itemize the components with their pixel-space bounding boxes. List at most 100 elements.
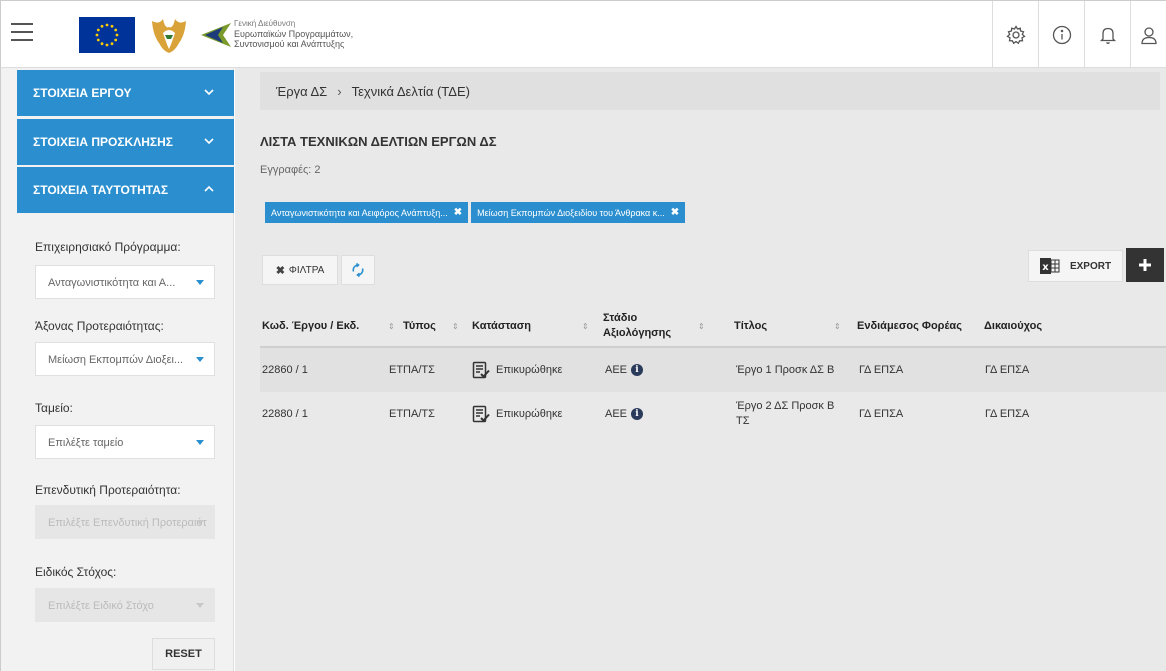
chip-label: Μείωση Εκπομπών Διοξειδίου του Άνθρακα κ… (477, 207, 665, 218)
select-value: Επιλέξτε Ειδικό Στόχο (48, 600, 154, 612)
status-text: Επικυρώθηκε (496, 408, 563, 420)
reset-button[interactable]: RESET (152, 638, 215, 670)
chevron-down-icon (204, 89, 214, 96)
sort-icon[interactable]: ⇕ (388, 322, 395, 331)
operational-programme-select[interactable]: Ανταγωνιστικότητα και Α... (35, 265, 215, 299)
cell-intermediate-body: ΓΔ ΕΠΣΑ (859, 408, 904, 420)
menu-icon[interactable] (11, 23, 33, 43)
filters-label: ΦΙΛΤΡΑ (288, 264, 325, 276)
table-row[interactable]: 22860 / 1 ΕΤΠΑ/ΤΣ Επικυρώθηκε ΑΕΕ i Έργο … (260, 348, 1166, 392)
chevron-up-icon (204, 185, 214, 192)
select-value: Επιλέξτε Επενδυτική Προτεραιότ (48, 517, 207, 529)
close-icon[interactable]: ✖ (454, 207, 462, 218)
cell-code: 22860 / 1 (262, 364, 308, 376)
section-identity-details[interactable]: ΣΤΟΙΧΕΙΑ ΤΑΥΤΟΤΗΤΑΣ (17, 167, 234, 213)
department-logo (201, 21, 231, 49)
breadcrumb-separator-icon: › (337, 83, 342, 99)
department-line-2: Ευρωπαϊκών Προγραμμάτων, (234, 29, 354, 39)
close-icon[interactable]: ✖ (671, 207, 679, 218)
section-label: ΣΤΟΙΧΕΙΑ ΠΡΟΣΚΛΗΣΗΣ (33, 135, 173, 149)
refresh-button[interactable] (341, 255, 375, 285)
info-icon[interactable]: i (631, 364, 644, 376)
breadcrumb-technical-sheets: Τεχνικά Δελτία (ΤΔΕ) (351, 83, 470, 99)
section-label: ΣΤΟΙΧΕΙΑ ΤΑΥΤΟΤΗΤΑΣ (33, 183, 169, 197)
bell-icon[interactable] (1084, 1, 1130, 68)
column-label: Ενδιάμεσος Φορέας (857, 320, 962, 332)
export-label: EXPORT (1069, 260, 1112, 272)
chip-label: Ανταγωνιστικότητα και Αειφόρος Ανάπτυξη.… (271, 207, 448, 218)
stage-text: ΑΕΕ (605, 408, 628, 420)
title-line1: Έργο 2 ΔΣ Προσκ Β (736, 400, 835, 412)
table-header: Κωδ. Έργου / Εκδ. ⇕ Τύπος ⇕ Κατάσταση ⇕ … (260, 304, 1166, 348)
sort-icon[interactable]: ⇕ (834, 322, 841, 331)
cell-code: 22880 / 1 (262, 408, 308, 420)
main-content: Έργα ΔΣ › Τεχνικά Δελτία (ΤΔΕ) ΛΙΣΤΑ ΤΕΧ… (235, 68, 1166, 671)
section-project-details[interactable]: ΣΤΟΙΧΕΙΑ ΕΡΓΟΥ (17, 70, 234, 116)
record-count: Εγγραφές: 2 (260, 164, 321, 176)
plus-icon (1139, 259, 1151, 271)
table-row[interactable]: 22880 / 1 ΕΤΠΑ/ΤΣ Επικυρώθηκε ΑΕΕ i Έργο … (260, 392, 1166, 436)
specific-objective-select[interactable]: Επιλέξτε Ειδικό Στόχο (35, 588, 215, 622)
column-label: Τύπος (403, 320, 436, 332)
priority-axis-select[interactable]: Μείωση Εκπομπών Διοξει... (35, 342, 215, 376)
active-filter-chips: Ανταγωνιστικότητα και Αειφόρος Ανάπτυξη.… (265, 202, 686, 223)
department-line-3: Συντονισμού και Ανάπτυξης (234, 39, 345, 49)
add-button[interactable] (1126, 248, 1164, 282)
column-label: Κατάσταση (472, 320, 531, 332)
column-header-code[interactable]: Κωδ. Έργου / Εκδ. (262, 304, 359, 348)
column-label: Τίτλος (734, 320, 768, 332)
fund-label: Ταμείο: (35, 401, 73, 415)
column-header-intermediate-body[interactable]: Ενδιάμεσος Φορέας (857, 304, 962, 348)
select-value: Ανταγωνιστικότητα και Α... (48, 277, 176, 289)
department-line-1: Γενική Διεύθυνση (234, 19, 296, 28)
section-label: ΣΤΟΙΧΕΙΑ ΕΡΓΟΥ (33, 86, 132, 100)
chevron-down-icon (204, 138, 214, 145)
status-text: Επικυρώθηκε (496, 364, 563, 376)
top-bar: Γενική Διεύθυνση Ευρωπαϊκών Προγραμμάτων… (0, 0, 1166, 68)
breadcrumb-projects[interactable]: Έργα ΔΣ (276, 84, 327, 99)
breadcrumb: Έργα ΔΣ › Τεχνικά Δελτία (ΤΔΕ) (260, 72, 1160, 110)
info-icon[interactable]: i (631, 408, 644, 420)
column-header-title[interactable]: Τίτλος (734, 304, 767, 348)
column-header-stage[interactable]: Στάδιο Αξιολόγησης (603, 304, 671, 348)
cell-stage: ΑΕΕ i (605, 348, 644, 392)
filter-sidebar: ΣΤΟΙΧΕΙΑ ΕΡΓΟΥ ΣΤΟΙΧΕΙΑ ΠΡΟΣΚΛΗΣΗΣ ΣΤΟΙΧ… (0, 68, 234, 671)
cyprus-emblem-logo (149, 15, 189, 55)
sort-icon[interactable]: ⇕ (452, 322, 459, 331)
sort-icon[interactable]: ⇕ (582, 322, 589, 331)
eu-flag-logo (79, 17, 135, 53)
column-label-line2: Αξιολόγησης (603, 327, 672, 339)
column-label: Δικαιούχος (984, 320, 1043, 332)
caret-down-icon (196, 357, 204, 362)
cell-intermediate-body: ΓΔ ΕΠΣΑ (859, 364, 904, 376)
cell-beneficiary: ΓΔ ΕΠΣΑ (985, 364, 1030, 376)
fund-select[interactable]: Επιλέξτε ταμείο (35, 425, 215, 459)
cell-status: Επικυρώθηκε (472, 348, 562, 392)
close-icon: ✖ (275, 264, 285, 277)
section-call-details[interactable]: ΣΤΟΙΧΕΙΑ ΠΡΟΣΚΛΗΣΗΣ (17, 119, 234, 165)
column-header-type[interactable]: Τύπος (403, 304, 436, 348)
svg-text:x: x (1042, 262, 1049, 273)
column-label-line1: Στάδιο (603, 312, 638, 324)
select-value: Επιλέξτε ταμείο (48, 437, 124, 449)
specific-objective-label: Ειδικός Στόχος: (35, 565, 117, 579)
filters-toggle-button[interactable]: ✖ ΦΙΛΤΡΑ (262, 255, 338, 285)
settings-icon[interactable] (992, 1, 1038, 68)
operational-programme-label: Επιχειρησιακό Πρόγραμμα: (35, 240, 181, 254)
info-icon[interactable] (1038, 1, 1084, 68)
caret-down-icon (196, 520, 204, 525)
investment-priority-select[interactable]: Επιλέξτε Επενδυτική Προτεραιότ (35, 505, 215, 539)
select-value: Μείωση Εκπομπών Διοξει... (48, 354, 184, 366)
caret-down-icon (196, 280, 204, 285)
column-header-status[interactable]: Κατάσταση (472, 304, 531, 348)
document-check-icon (472, 405, 490, 423)
refresh-icon (352, 262, 364, 278)
page-title: ΛΙΣΤΑ ΤΕΧΝΙΚΩΝ ΔΕΛΤΙΩΝ ΕΡΓΩΝ ΔΣ (260, 134, 497, 149)
filter-chip-programme: Ανταγωνιστικότητα και Αειφόρος Ανάπτυξη.… (265, 202, 469, 223)
cell-stage: ΑΕΕ i (605, 392, 644, 436)
export-button[interactable]: x EXPORT (1028, 250, 1123, 282)
sort-icon[interactable]: ⇕ (698, 322, 705, 331)
column-header-beneficiary[interactable]: Δικαιούχος (984, 304, 1042, 348)
priority-axis-label: Άξονας Προτεραιότητας: (35, 319, 164, 333)
user-icon[interactable] (1130, 1, 1166, 68)
